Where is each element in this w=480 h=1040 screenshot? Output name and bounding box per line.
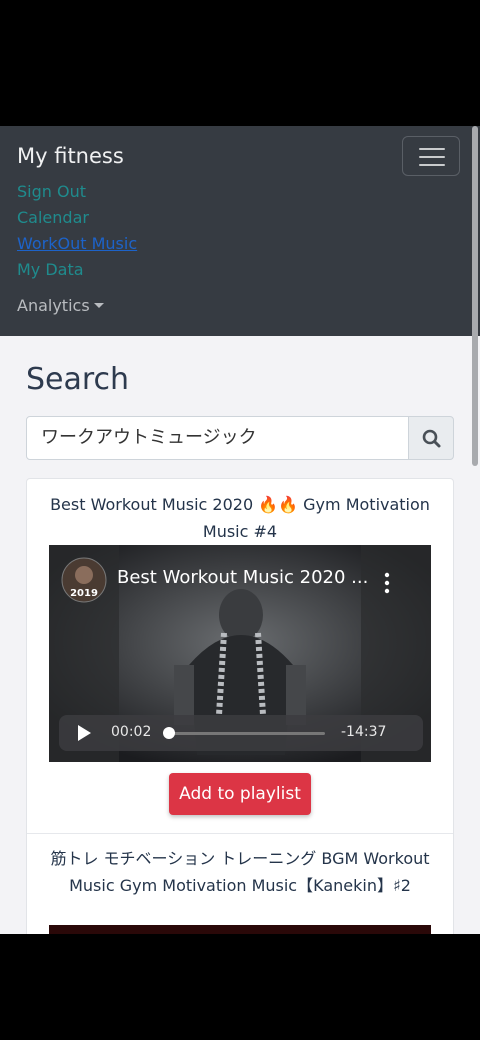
remaining-time: -14:37 <box>341 724 387 740</box>
nav-link-calendar[interactable]: Calendar <box>17 208 89 227</box>
seek-handle[interactable] <box>163 727 175 739</box>
more-vert-icon[interactable] <box>383 571 391 595</box>
caret-down-icon <box>93 303 104 308</box>
nav-dropdown-label: Analytics <box>17 296 90 315</box>
navbar-brand[interactable]: My fitness <box>17 144 124 168</box>
navbar-toggler-button[interactable] <box>402 136 460 176</box>
result-title: 筋トレ モチベーション トレーニング BGM Workout Music Gym… <box>50 849 430 895</box>
search-input[interactable]: ワークアウトミュージック <box>26 416 409 460</box>
search-heading: Search <box>26 362 130 397</box>
add-to-playlist-button[interactable]: Add to playlist <box>169 773 311 815</box>
search-icon <box>422 429 441 448</box>
search-results-card: Best Workout Music 2020 🔥🔥 Gym Motivatio… <box>26 478 454 934</box>
hamburger-icon-bar <box>419 164 445 166</box>
nav-link-sign-out[interactable]: Sign Out <box>17 182 86 201</box>
channel-badge: 2019 <box>70 588 98 599</box>
nav-dropdown-analytics[interactable]: Analytics <box>17 296 104 315</box>
nav-link-my-data[interactable]: My Data <box>17 260 84 279</box>
hamburger-icon <box>419 148 445 150</box>
result-title: Best Workout Music 2020 🔥🔥 Gym Motivatio… <box>50 495 430 541</box>
page-scrollbar[interactable] <box>472 126 478 466</box>
video-player[interactable]: 2019 Best Workout Music 2020 ... 00:02 -… <box>49 545 431 762</box>
app-screen: My fitness Sign Out Calendar WorkOut Mus… <box>0 126 480 934</box>
hamburger-icon-bar <box>419 156 445 158</box>
search-button[interactable] <box>408 416 454 460</box>
player-controls: 00:02 -14:37 <box>59 715 423 751</box>
search-form: ワークアウトミュージック <box>26 416 454 460</box>
navbar: My fitness Sign Out Calendar WorkOut Mus… <box>0 126 480 336</box>
video-player[interactable] <box>49 925 431 934</box>
play-icon[interactable] <box>75 724 93 742</box>
nav-link-workout-music[interactable]: WorkOut Music <box>17 234 137 253</box>
result-divider <box>27 833 453 834</box>
seek-bar[interactable] <box>169 732 325 735</box>
elapsed-time: 00:02 <box>111 724 152 740</box>
channel-avatar: 2019 <box>61 557 107 603</box>
player-title: Best Workout Music 2020 ... <box>117 567 369 588</box>
